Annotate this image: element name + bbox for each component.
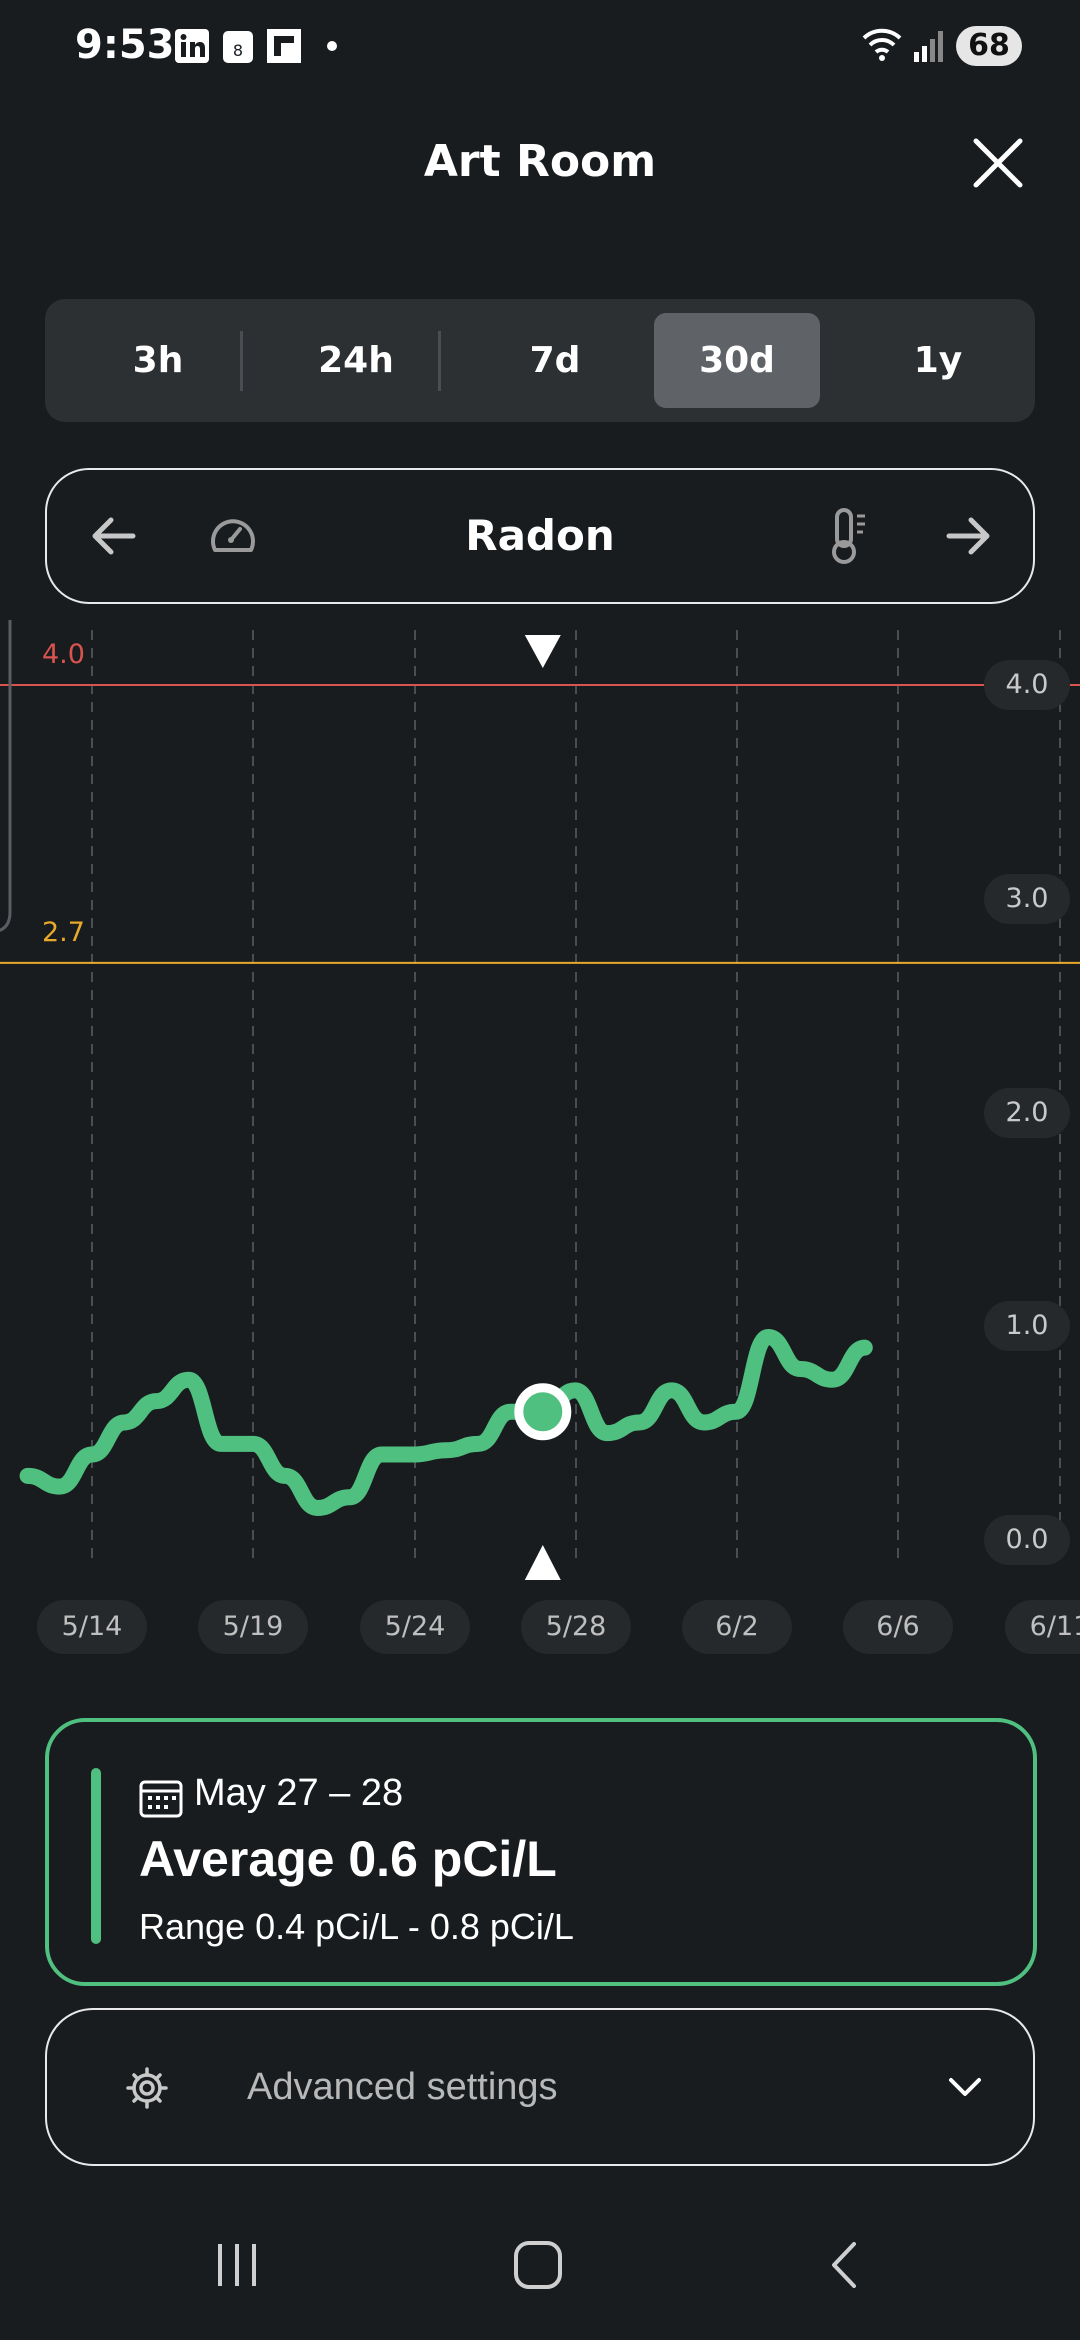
time-range-selector: 3h 24h 7d 30d 1y bbox=[45, 299, 1035, 422]
dot-icon bbox=[327, 41, 337, 51]
linkedin-icon bbox=[175, 29, 209, 63]
tab-1y[interactable]: 1y bbox=[855, 313, 1021, 408]
page-title: Art Room bbox=[423, 136, 657, 187]
y-tick-label: 3.0 bbox=[984, 873, 1070, 924]
status-time: 9:53 bbox=[75, 22, 175, 68]
close-icon[interactable] bbox=[970, 135, 1026, 191]
tab-24h[interactable]: 24h bbox=[273, 313, 439, 408]
y-tick-label: 1.0 bbox=[984, 1301, 1070, 1352]
tab-30d[interactable]: 30d bbox=[654, 313, 820, 408]
signal-icon bbox=[914, 31, 943, 62]
card-accent-bar bbox=[91, 1768, 101, 1944]
selection-summary-card: May 27 – 28 Average 0.6 pCi/L Range 0.4 … bbox=[45, 1718, 1037, 1986]
sensor-selector: Radon bbox=[45, 468, 1035, 604]
selection-marker-top bbox=[524, 635, 561, 668]
radon-series-line bbox=[19, 1328, 873, 1516]
home-icon[interactable] bbox=[513, 2240, 563, 2290]
svg-text:8: 8 bbox=[233, 41, 243, 60]
wifi-icon bbox=[862, 28, 902, 61]
threshold-label: 2.7 bbox=[42, 916, 85, 948]
x-tick-label: 5/14 bbox=[37, 1600, 147, 1654]
chart-plot bbox=[0, 620, 1080, 1580]
tab-divider bbox=[438, 331, 441, 391]
selection-marker-bottom bbox=[524, 1545, 561, 1580]
recent-apps-icon[interactable] bbox=[212, 2240, 262, 2290]
selected-point bbox=[514, 1383, 572, 1441]
tab-7d[interactable]: 7d bbox=[472, 313, 638, 408]
back-icon[interactable] bbox=[820, 2240, 870, 2290]
x-tick-label: 5/28 bbox=[521, 1600, 631, 1654]
summary-range: Range 0.4 pCi/L - 0.8 pCi/L bbox=[139, 1906, 574, 1947]
tab-3h[interactable]: 3h bbox=[75, 313, 241, 408]
advanced-settings-label: Advanced settings bbox=[247, 2066, 558, 2108]
summary-date: May 27 – 28 bbox=[194, 1772, 404, 1814]
y-tick-label: 2.0 bbox=[984, 1087, 1070, 1138]
x-tick-label: 5/19 bbox=[198, 1600, 308, 1654]
flipboard-icon bbox=[267, 29, 301, 63]
chevron-down-icon bbox=[949, 2078, 981, 2096]
x-tick-label: 6/2 bbox=[682, 1600, 792, 1654]
y-tick-label: 0.0 bbox=[984, 1515, 1070, 1565]
gear-icon bbox=[126, 2067, 168, 2109]
calendar-icon bbox=[139, 1780, 183, 1818]
x-tick-label: 5/24 bbox=[360, 1600, 470, 1654]
calendar-icon: 8 bbox=[223, 31, 253, 63]
radon-chart[interactable]: 4.0 3.0 2.0 1.0 0.0 5/14 5/19 5/24 5/28 6/2 6/6 6/… bbox=[0, 620, 1080, 1680]
x-tick-label: 6/6 bbox=[843, 1600, 953, 1654]
previous-panel-edge bbox=[0, 620, 12, 932]
y-tick-label: 4.0 bbox=[984, 660, 1070, 710]
arrow-right-icon[interactable] bbox=[943, 510, 995, 562]
x-tick-label: 6/11 bbox=[1005, 1600, 1080, 1654]
battery-indicator: 68 bbox=[956, 26, 1022, 66]
threshold-label: 4.0 bbox=[42, 639, 85, 670]
summary-average: Average 0.6 pCi/L bbox=[139, 1831, 557, 1887]
sensor-name: Radon bbox=[465, 511, 615, 560]
thermometer-icon[interactable] bbox=[827, 506, 871, 566]
advanced-settings-button[interactable]: Advanced settings bbox=[45, 2008, 1035, 2166]
tab-divider bbox=[240, 331, 243, 391]
